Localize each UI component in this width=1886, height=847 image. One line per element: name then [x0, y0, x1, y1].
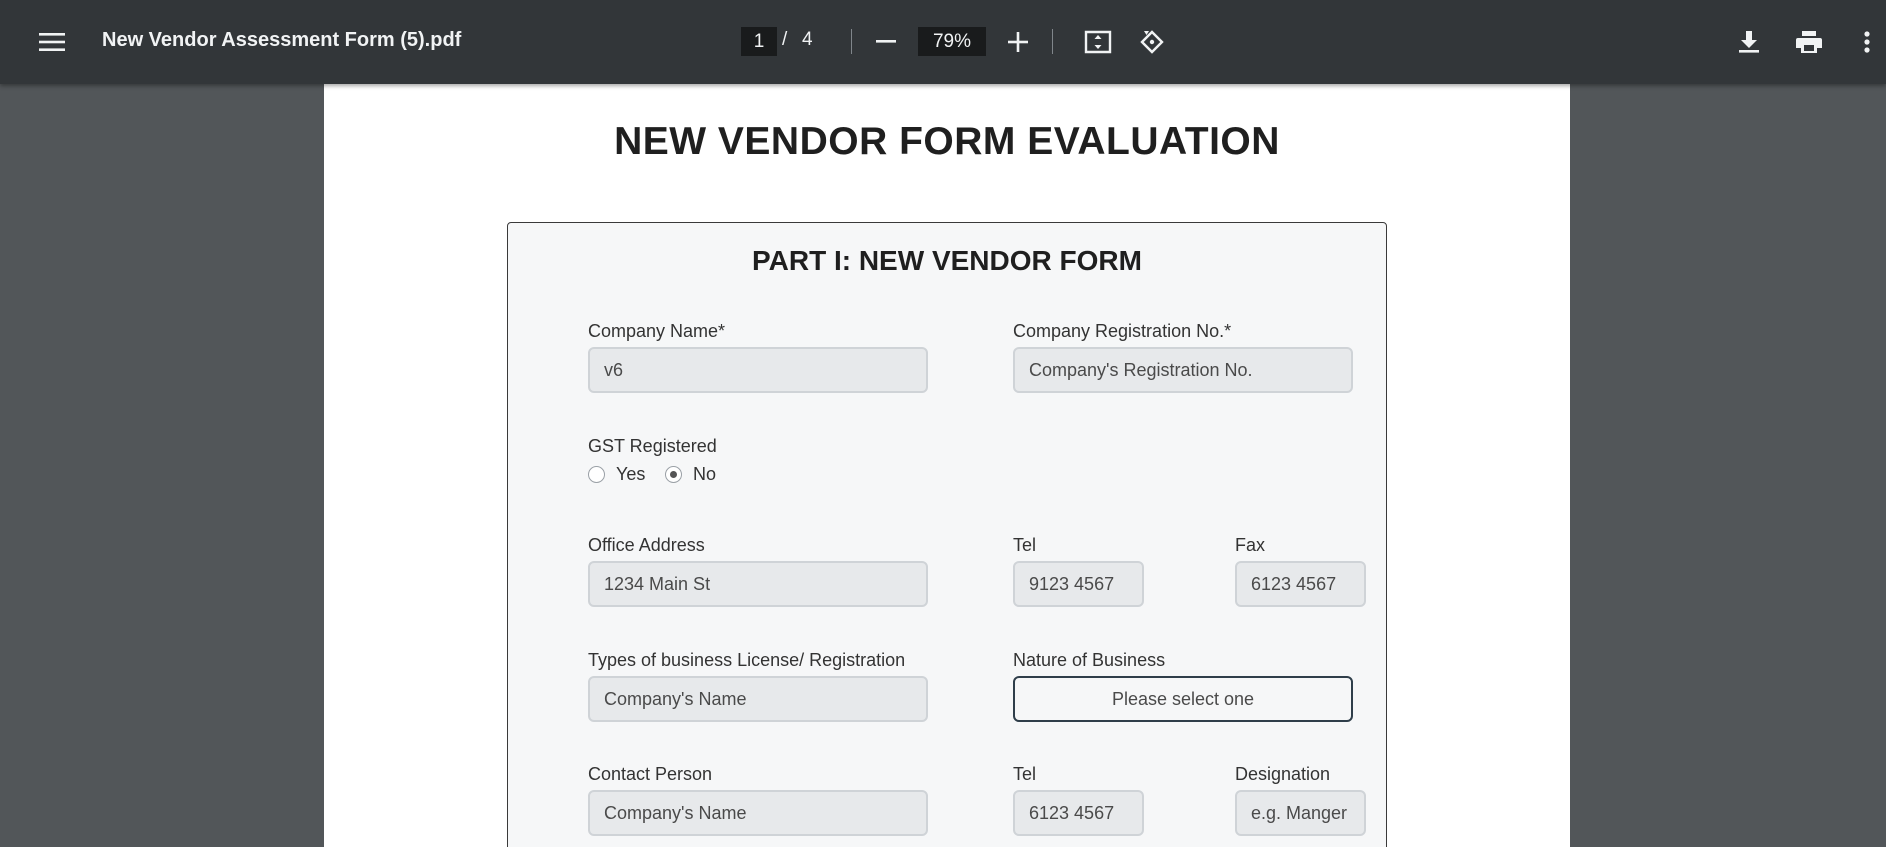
- designation-label: Designation: [1235, 764, 1331, 784]
- company-name-field[interactable]: v6: [588, 347, 928, 393]
- gst-no-radio[interactable]: [665, 466, 682, 483]
- nature-of-business-select[interactable]: Please select one: [1013, 676, 1353, 722]
- page-total: 4: [802, 29, 813, 50]
- office-address-label: Office Address: [588, 535, 705, 555]
- document-title: New Vendor Assessment Form (5).pdf: [102, 29, 462, 51]
- pdf-toolbar: New Vendor Assessment Form (5).pdf 1 / 4…: [0, 0, 1886, 84]
- page-number-input[interactable]: 1: [741, 27, 777, 56]
- part-title: PART I: NEW VENDOR FORM: [752, 245, 1142, 276]
- toolbar-divider: [851, 29, 852, 54]
- business-license-field[interactable]: Company's Name: [588, 676, 928, 722]
- contact-person-field[interactable]: Company's Name: [588, 790, 928, 836]
- contact-tel-label: Tel: [1013, 764, 1037, 784]
- office-address-field[interactable]: 1234 Main St: [588, 561, 928, 607]
- zoom-level-input[interactable]: 79%: [918, 27, 986, 56]
- tel-label: Tel: [1013, 535, 1037, 555]
- tel-field[interactable]: 9123 4567: [1013, 561, 1144, 607]
- toolbar-divider: [1052, 29, 1053, 54]
- gst-registered-label: GST Registered: [588, 436, 717, 456]
- contact-tel-field[interactable]: 6123 4567: [1013, 790, 1144, 836]
- designation-field[interactable]: e.g. Manger: [1235, 790, 1366, 836]
- company-registration-field[interactable]: Company's Registration No.: [1013, 347, 1353, 393]
- business-license-label: Types of business License/ Registration: [588, 650, 906, 670]
- pdf-page: NEW VENDOR FORM EVALUATION PART I: NEW V…: [324, 84, 1570, 847]
- company-name-label: Company Name*: [588, 321, 726, 341]
- print-icon[interactable]: [1789, 22, 1829, 62]
- company-registration-label: Company Registration No.*: [1013, 321, 1232, 341]
- fax-label: Fax: [1235, 535, 1266, 555]
- nature-of-business-label: Nature of Business: [1013, 650, 1166, 670]
- hamburger-menu-icon[interactable]: [32, 22, 72, 62]
- gst-no-label: No: [693, 464, 717, 484]
- gst-yes-label: Yes: [616, 464, 646, 484]
- gst-yes-radio[interactable]: [588, 466, 605, 483]
- download-icon[interactable]: [1729, 22, 1769, 62]
- plus-icon[interactable]: [1000, 22, 1036, 62]
- contact-person-label: Contact Person: [588, 764, 713, 784]
- fax-field[interactable]: 6123 4567: [1235, 561, 1366, 607]
- rotate-icon[interactable]: [1132, 22, 1172, 62]
- minus-icon[interactable]: [868, 22, 904, 62]
- document-heading: NEW VENDOR FORM EVALUATION: [614, 120, 1280, 163]
- vendor-form-section: PART I: NEW VENDOR FORM Company Name* v6…: [507, 222, 1387, 847]
- page-separator: /: [782, 29, 788, 50]
- fit-page-icon[interactable]: [1078, 22, 1118, 62]
- more-vert-icon[interactable]: [1852, 22, 1882, 62]
